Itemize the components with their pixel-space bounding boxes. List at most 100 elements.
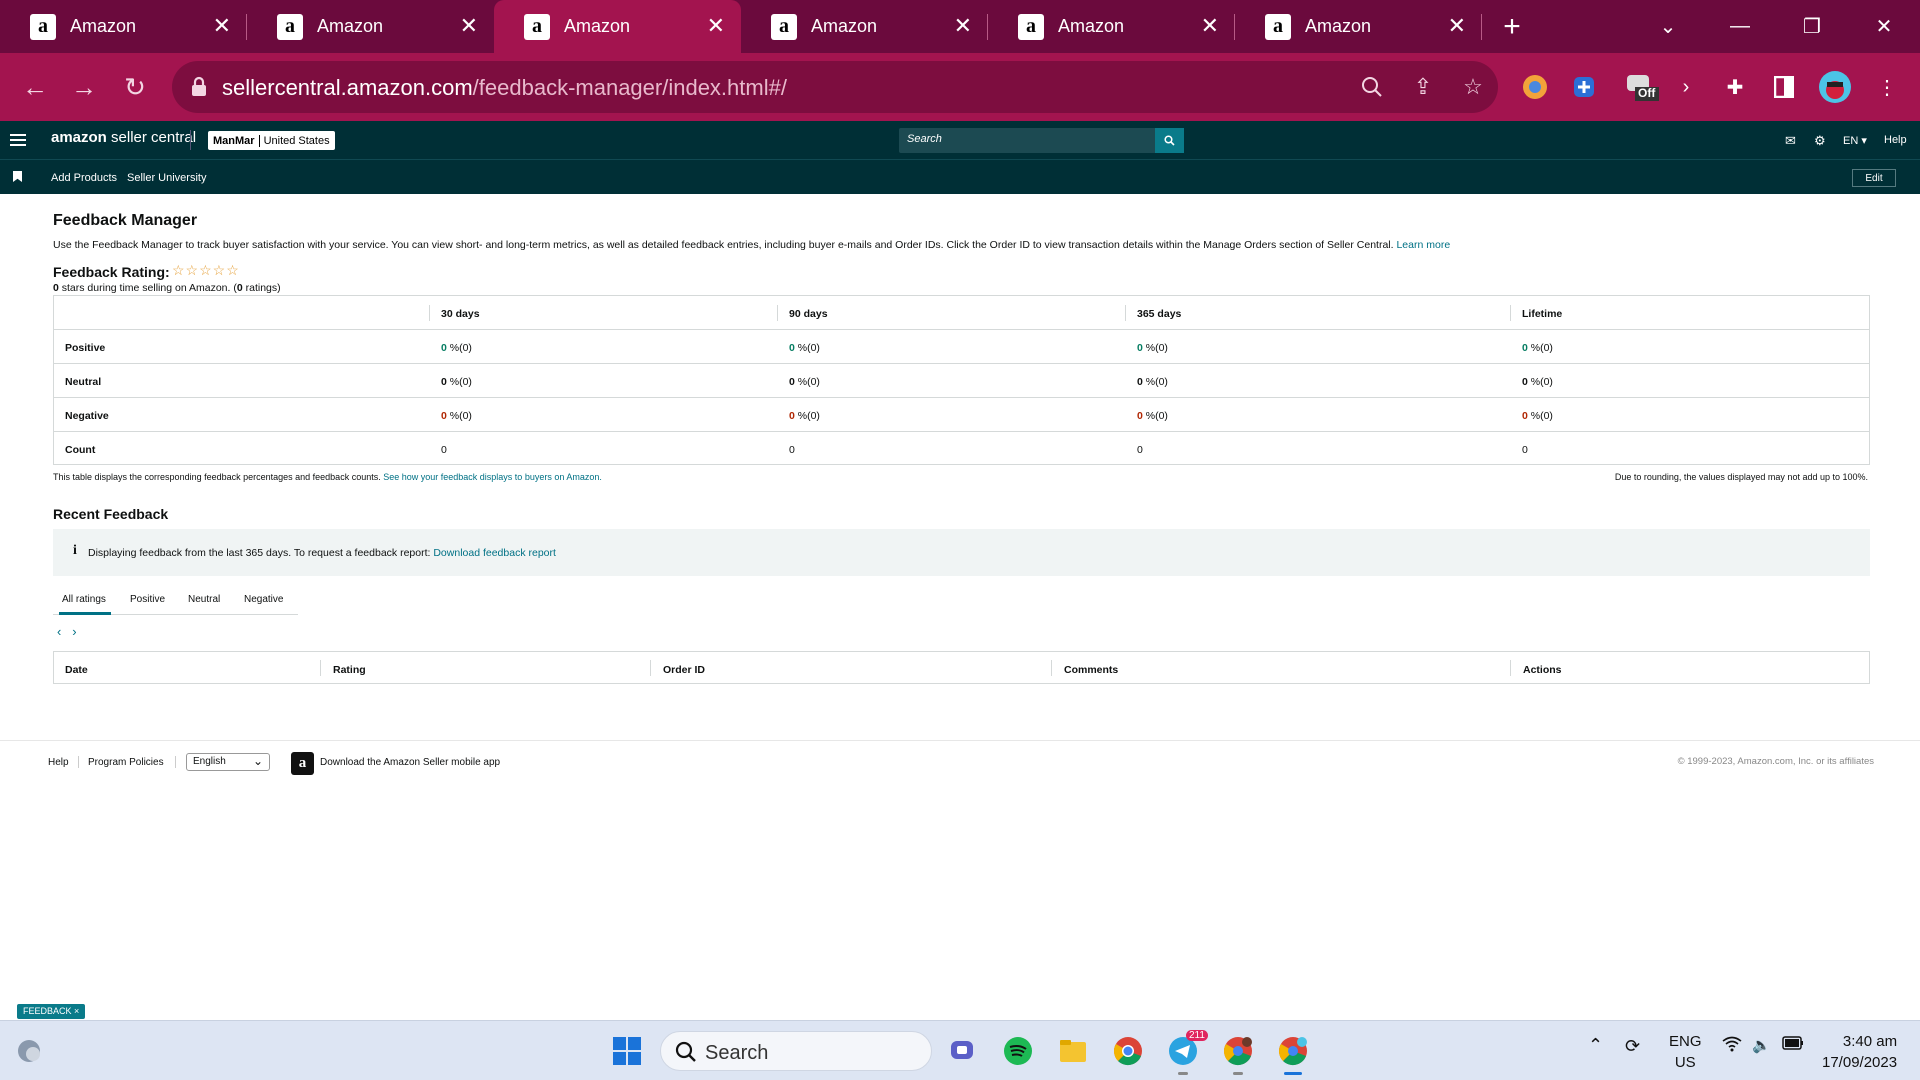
nav-link-add-products[interactable]: Add Products xyxy=(51,172,117,184)
language-selector[interactable]: EN ▾ xyxy=(1843,134,1867,147)
chrome-profile-icon[interactable] xyxy=(1221,1034,1255,1068)
side-panel-icon[interactable] xyxy=(1767,70,1801,104)
sync-icon[interactable]: ⟳ xyxy=(1625,1036,1640,1057)
nav-link-seller-university[interactable]: Seller University xyxy=(127,172,206,184)
search-button[interactable] xyxy=(1155,128,1184,153)
system-clock[interactable]: 3:40 am 17/09/2023 xyxy=(1822,1031,1897,1073)
browser-tab[interactable]: a Amazon ✕ xyxy=(1235,0,1482,53)
rounding-note: Due to rounding, the values displayed ma… xyxy=(1614,472,1868,482)
column-header-order-id[interactable]: Order ID xyxy=(663,664,705,676)
browser-tab-active[interactable]: a Amazon ✕ xyxy=(494,0,741,53)
back-icon[interactable]: ← xyxy=(18,70,52,104)
browser-tab[interactable]: a Amazon ✕ xyxy=(0,0,247,53)
amazon-app-logo-icon[interactable]: a xyxy=(291,752,314,775)
new-tab-button[interactable]: + xyxy=(1482,0,1542,53)
browser-tab[interactable]: a Amazon ✕ xyxy=(247,0,494,53)
share-icon[interactable]: ⇪ xyxy=(1409,73,1437,101)
seller-central-logo[interactable]: amazon seller central xyxy=(51,129,196,146)
table-header-row: 30 days 90 days 365 days Lifetime xyxy=(54,296,1869,330)
help-link[interactable]: Help xyxy=(1884,134,1907,146)
minimize-icon[interactable]: — xyxy=(1704,0,1776,53)
download-report-link[interactable]: Download feedback report xyxy=(433,547,556,559)
logo-bold: amazon xyxy=(51,129,107,146)
browser-tab[interactable]: a Amazon ✕ xyxy=(741,0,988,53)
wifi-icon[interactable] xyxy=(1722,1036,1742,1056)
column-header-comments[interactable]: Comments xyxy=(1064,664,1118,676)
amazon-favicon-icon: a xyxy=(1265,13,1291,40)
extension-arrow-icon[interactable]: › xyxy=(1669,70,1703,104)
chrome-active-icon[interactable] xyxy=(1276,1034,1310,1068)
feedback-badge[interactable]: FEEDBACK × xyxy=(17,1004,86,1019)
search-input[interactable]: Search xyxy=(907,133,942,145)
extension-off-icon[interactable]: Off xyxy=(1620,70,1664,104)
column-header: 90 days xyxy=(789,308,828,320)
edit-nav-button[interactable]: Edit xyxy=(1852,169,1896,187)
row-label: Positive xyxy=(65,342,106,354)
mail-icon[interactable]: ✉ xyxy=(1785,133,1796,149)
restore-icon[interactable]: ❐ xyxy=(1776,0,1848,53)
close-tab-icon[interactable]: ✕ xyxy=(213,13,231,39)
taskbar-search-label: Search xyxy=(705,1042,769,1064)
reload-icon[interactable]: ↻ xyxy=(118,70,152,104)
browser-tab[interactable]: a Amazon ✕ xyxy=(988,0,1235,53)
chrome-icon[interactable] xyxy=(1111,1034,1145,1068)
cell-value: 0 xyxy=(789,444,795,456)
page-footer: Help Program Policies English ⌄ a Downloa… xyxy=(0,740,1920,785)
footer-language-select[interactable]: English ⌄ xyxy=(186,753,270,771)
tab-search-icon[interactable]: ⌄ xyxy=(1632,0,1704,53)
column-header-date[interactable]: Date xyxy=(65,664,88,676)
cell-suffix: %(0) xyxy=(1527,342,1553,354)
amazon-favicon-icon: a xyxy=(277,13,303,40)
tab-all-ratings[interactable]: All ratings xyxy=(62,594,106,605)
next-page-icon[interactable]: › xyxy=(72,624,76,639)
info-icon: i xyxy=(73,543,77,558)
battery-icon[interactable] xyxy=(1782,1036,1804,1054)
language-value: English xyxy=(193,756,226,767)
hamburger-menu-icon[interactable] xyxy=(10,131,26,147)
teams-chat-icon[interactable] xyxy=(946,1034,980,1068)
tab-positive[interactable]: Positive xyxy=(130,594,165,605)
extensions-puzzle-icon[interactable]: ✚ xyxy=(1718,70,1752,104)
column-header: 30 days xyxy=(441,308,480,320)
bookmark-star-icon[interactable]: ☆ xyxy=(1459,73,1487,101)
download-app-link[interactable]: Download the Amazon Seller mobile app xyxy=(320,757,500,768)
tab-neutral[interactable]: Neutral xyxy=(188,594,220,605)
tab-negative[interactable]: Negative xyxy=(244,594,283,605)
footer-program-policies-link[interactable]: Program Policies xyxy=(88,757,164,768)
close-tab-icon[interactable]: ✕ xyxy=(460,13,478,39)
telegram-icon[interactable]: 211 xyxy=(1166,1030,1208,1068)
settings-gear-icon[interactable]: ⚙ xyxy=(1814,133,1826,149)
start-icon[interactable] xyxy=(610,1034,644,1068)
taskbar-search[interactable]: Search xyxy=(660,1031,932,1071)
account-switcher[interactable]: ManMar United States xyxy=(208,131,335,150)
weather-icon[interactable] xyxy=(12,1034,46,1068)
input-language-indicator[interactable]: ENG US xyxy=(1669,1031,1702,1073)
amazon-favicon-icon: a xyxy=(771,13,797,40)
bookmark-icon[interactable] xyxy=(13,171,22,182)
extension-circle-icon[interactable] xyxy=(1518,70,1552,104)
spotify-icon[interactable] xyxy=(1001,1034,1035,1068)
extension-plus-icon[interactable] xyxy=(1567,70,1601,104)
address-bar[interactable]: sellercentral.amazon.com/feedback-manage… xyxy=(172,61,1498,113)
learn-more-link[interactable]: Learn more xyxy=(1396,239,1450,251)
zoom-icon[interactable] xyxy=(1358,73,1386,101)
close-tab-icon[interactable]: ✕ xyxy=(954,13,972,39)
volume-icon[interactable]: 🔈 xyxy=(1752,1036,1771,1054)
close-tab-icon[interactable]: ✕ xyxy=(707,13,725,39)
footer-help-link[interactable]: Help xyxy=(48,757,69,768)
browser-menu-icon[interactable]: ⋮ xyxy=(1870,70,1904,104)
search-icon xyxy=(1164,135,1175,146)
chevron-up-icon[interactable]: ⌃ xyxy=(1588,1035,1603,1056)
file-explorer-icon[interactable] xyxy=(1056,1034,1090,1068)
column-header-actions[interactable]: Actions xyxy=(1523,664,1562,676)
column-header-rating[interactable]: Rating xyxy=(333,664,366,676)
prev-page-icon[interactable]: ‹ xyxy=(57,624,61,639)
table-row: Positive 0 %(0) 0 %(0) 0 %(0) 0 %(0) xyxy=(54,330,1869,364)
feedback-display-link[interactable]: See how your feedback displays to buyers… xyxy=(383,472,602,482)
forward-icon[interactable]: → xyxy=(67,70,101,104)
close-tab-icon[interactable]: ✕ xyxy=(1448,13,1466,39)
close-window-icon[interactable]: ✕ xyxy=(1848,0,1920,53)
close-tab-icon[interactable]: ✕ xyxy=(1201,13,1219,39)
search-box[interactable]: Search xyxy=(899,128,1184,153)
profile-avatar[interactable] xyxy=(1818,70,1852,104)
